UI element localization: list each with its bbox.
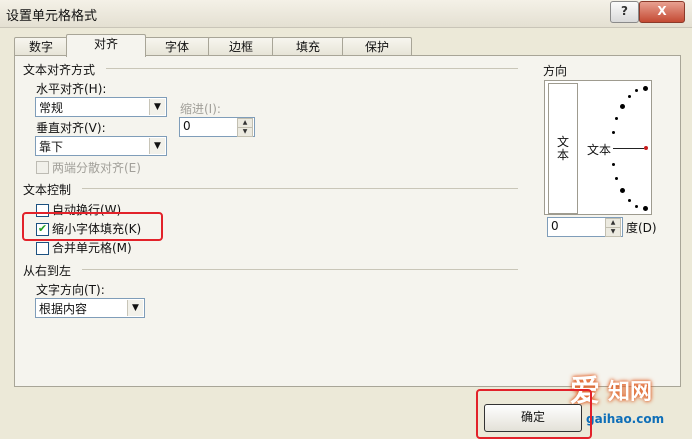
horizontal-align-label: 水平对齐(H): — [36, 82, 107, 96]
tab-fill[interactable]: 填充 — [272, 37, 344, 56]
indent-stepper[interactable]: 0 ▲ ▼ — [179, 117, 255, 137]
merge-cells-checkbox[interactable] — [36, 242, 49, 255]
vertical-align-value: 靠下 — [39, 140, 64, 154]
orientation-dot — [627, 198, 631, 202]
horizontal-text-label: 文本 — [587, 143, 612, 157]
watermark-url: gaihao.com — [586, 412, 665, 426]
orientation-dot — [619, 188, 625, 194]
vertical-text-label: 文本 — [556, 135, 569, 162]
title-bar: 设置单元格格式 ? X — [0, 0, 692, 28]
merge-cells-label: 合并单元格(M) — [52, 241, 132, 255]
orientation-dot — [612, 131, 616, 135]
tab-alignment[interactable]: 对齐 — [66, 34, 146, 57]
orientation-heading: 方向 — [543, 64, 568, 78]
divider — [82, 269, 518, 270]
text-alignment-heading: 文本对齐方式 — [23, 63, 96, 77]
orientation-dot — [635, 89, 639, 93]
help-button[interactable]: ? — [610, 1, 639, 23]
divider — [82, 188, 518, 189]
orientation-handle[interactable] — [644, 146, 648, 150]
degrees-label: 度(D) — [626, 221, 657, 235]
chevron-down-icon[interactable]: ▼ — [149, 99, 165, 115]
text-control-heading: 文本控制 — [23, 183, 72, 197]
tab-protection[interactable]: 保护 — [342, 37, 412, 56]
close-button[interactable]: X — [639, 1, 685, 23]
orientation-pointer — [613, 148, 644, 149]
chevron-down-icon[interactable]: ▼ — [127, 300, 143, 316]
text-direction-select[interactable]: 根据内容 ▼ — [35, 298, 145, 318]
degrees-stepper[interactable]: 0 ▲ ▼ — [547, 217, 623, 237]
vertical-align-label: 垂直对齐(V): — [36, 121, 106, 135]
orientation-dot — [635, 204, 639, 208]
vertical-text-button[interactable]: 文本 — [548, 83, 578, 214]
distributed-label: 两端分散对齐(E) — [52, 161, 141, 175]
orientation-dot — [615, 117, 619, 120]
orientation-control[interactable]: 文本 文本 — [544, 80, 652, 215]
tab-number[interactable]: 数字 — [14, 37, 68, 56]
stepper-down-icon[interactable]: ▼ — [605, 227, 621, 237]
horizontal-align-value: 常规 — [39, 101, 64, 115]
stepper-down-icon[interactable]: ▼ — [237, 127, 253, 137]
orientation-dot — [619, 103, 625, 109]
divider — [106, 68, 518, 69]
rtl-heading: 从右到左 — [23, 264, 72, 278]
vertical-align-select[interactable]: 靠下 ▼ — [35, 136, 167, 156]
degrees-value: 0 — [551, 219, 559, 233]
indent-label: 缩进(I): — [180, 102, 221, 116]
window-title: 设置单元格格式 — [6, 9, 98, 24]
chevron-down-icon[interactable]: ▼ — [149, 138, 165, 154]
watermark-text-2: 知网 — [608, 380, 653, 405]
text-direction-label: 文字方向(T): — [36, 283, 105, 297]
tab-border[interactable]: 边框 — [208, 37, 274, 56]
text-direction-value: 根据内容 — [39, 302, 88, 316]
distributed-checkbox[interactable] — [36, 161, 49, 174]
tab-font[interactable]: 字体 — [144, 37, 210, 56]
orientation-dot — [643, 86, 648, 91]
orientation-dot — [615, 177, 619, 180]
highlight-box — [476, 389, 592, 439]
horizontal-align-select[interactable]: 常规 ▼ — [35, 97, 167, 117]
orientation-dot — [643, 206, 648, 211]
highlight-box — [22, 212, 163, 241]
orientation-dot — [612, 162, 616, 166]
indent-value: 0 — [183, 119, 191, 133]
orientation-dot — [627, 95, 631, 99]
